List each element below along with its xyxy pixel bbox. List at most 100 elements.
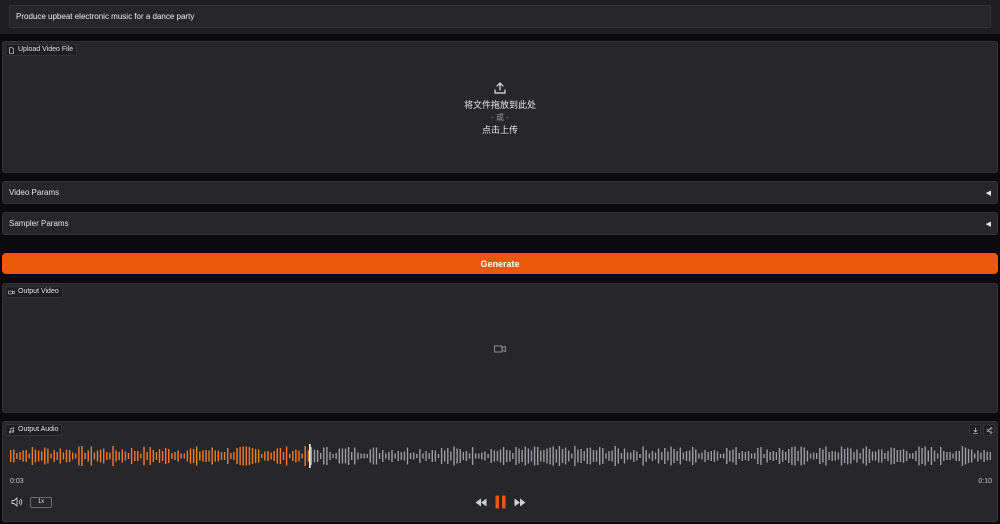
output-audio-block: Output Audio 0:03 0:10 1x bbox=[2, 421, 998, 522]
waveform-bar bbox=[434, 450, 437, 462]
waveform-bar bbox=[927, 450, 929, 462]
waveform-bar bbox=[307, 450, 309, 462]
pause-icon[interactable] bbox=[495, 495, 506, 509]
waveform-bar bbox=[75, 453, 77, 459]
generate-button[interactable]: Generate bbox=[2, 253, 998, 274]
waveform-bar bbox=[478, 453, 480, 459]
click-upload-text: 点击上传 bbox=[481, 125, 518, 135]
waveform-bar bbox=[90, 446, 92, 466]
waveform-bar bbox=[22, 450, 24, 462]
waveform-bar bbox=[595, 450, 598, 462]
waveform-bar bbox=[602, 448, 604, 464]
prompt-container: Produce upbeat electronic music for a da… bbox=[0, 0, 1000, 34]
waveform-bar bbox=[843, 449, 846, 463]
waveform-bar bbox=[84, 453, 86, 459]
waveform-bar bbox=[304, 446, 306, 466]
waveform-bar bbox=[19, 452, 21, 460]
waveform-bar bbox=[958, 451, 960, 461]
waveform-bar bbox=[871, 451, 874, 461]
waveform-bar bbox=[406, 447, 409, 465]
waveform-bar bbox=[964, 447, 967, 465]
waveform-bar bbox=[341, 448, 344, 464]
waveform-bar bbox=[366, 454, 368, 458]
waveform-bar bbox=[320, 453, 322, 459]
waveform-bar bbox=[856, 449, 858, 463]
waveform-bar bbox=[53, 450, 55, 462]
waveform-bar bbox=[332, 454, 334, 458]
waveform-bar bbox=[81, 446, 83, 466]
waveform-bar bbox=[258, 449, 260, 463]
waveform-bar bbox=[754, 453, 756, 459]
waveform-bar bbox=[738, 453, 740, 459]
waveform-bar bbox=[822, 449, 824, 463]
waveform-bar bbox=[980, 452, 982, 460]
drop-zone[interactable]: 将文件拖放到此处 - 或 - 点击上传 bbox=[3, 42, 997, 172]
waveform-bar bbox=[220, 452, 223, 460]
waveform-bar bbox=[267, 451, 269, 461]
waveform-bar bbox=[769, 452, 771, 460]
waveform-bar bbox=[633, 450, 635, 462]
waveform-bar bbox=[512, 453, 514, 459]
waveform-bar bbox=[763, 454, 765, 458]
waveform-bar bbox=[465, 451, 468, 461]
waveform-bar bbox=[444, 450, 446, 462]
waveform-bar bbox=[589, 447, 592, 465]
waveform-bar bbox=[168, 449, 170, 463]
waveform-bar bbox=[552, 446, 554, 466]
waveform-bar bbox=[949, 452, 951, 460]
video-params-accordion[interactable]: Video Params ◀ bbox=[2, 181, 998, 204]
waveform-bar bbox=[955, 451, 957, 461]
waveform-bar bbox=[524, 446, 526, 466]
waveform-bar bbox=[630, 452, 632, 460]
output-video-label: Output Video bbox=[5, 286, 63, 298]
waveform-bar bbox=[605, 453, 607, 459]
share-button[interactable] bbox=[983, 424, 995, 436]
waveform-bar bbox=[620, 453, 623, 459]
waveform-bar bbox=[217, 450, 220, 462]
upload-video-block[interactable]: Upload Video File 将文件拖放到此处 - 或 - 点击上传 bbox=[2, 41, 998, 173]
waveform-bar bbox=[289, 454, 291, 458]
waveform-bar bbox=[850, 448, 852, 464]
waveform-bar bbox=[521, 450, 523, 462]
waveform-bar bbox=[261, 454, 263, 458]
volume-icon[interactable] bbox=[11, 497, 23, 507]
download-button[interactable] bbox=[969, 424, 981, 436]
waveform-bar bbox=[918, 446, 920, 466]
waveform-bar bbox=[533, 446, 536, 466]
waveform-bar bbox=[766, 449, 768, 463]
waveform-bar bbox=[140, 453, 142, 459]
waveform-bar bbox=[338, 448, 340, 464]
waveform-bar bbox=[298, 450, 300, 462]
prompt-input[interactable]: Produce upbeat electronic music for a da… bbox=[9, 5, 991, 28]
playhead[interactable] bbox=[309, 444, 311, 468]
output-audio-label-text: Output Audio bbox=[18, 426, 59, 433]
waveform-bar bbox=[149, 447, 151, 465]
waveform-bar bbox=[961, 446, 964, 466]
waveform-bar bbox=[121, 449, 123, 463]
waveform-bar bbox=[363, 453, 365, 459]
audio-waveform[interactable] bbox=[9, 444, 993, 468]
waveform-bar bbox=[772, 451, 774, 461]
waveform-bar bbox=[372, 447, 375, 465]
waveform-bar bbox=[806, 450, 809, 462]
waveform-bar bbox=[791, 447, 793, 465]
playback-speed-button[interactable]: 1x bbox=[30, 497, 52, 508]
waveform-bar bbox=[34, 449, 37, 463]
waveform-bar bbox=[614, 446, 616, 466]
waveform-bar bbox=[580, 449, 582, 463]
sampler-params-accordion[interactable]: Sampler Params ◀ bbox=[2, 212, 998, 235]
waveform-bar bbox=[546, 448, 548, 464]
waveform-bar bbox=[673, 449, 675, 463]
waveform-bar bbox=[704, 450, 706, 462]
waveform-bar bbox=[233, 452, 235, 460]
waveform-bar bbox=[952, 453, 954, 459]
rewind-icon[interactable] bbox=[475, 498, 487, 507]
waveform-bar bbox=[518, 448, 520, 464]
waveform-bar bbox=[335, 453, 337, 459]
waveform-bar bbox=[496, 451, 499, 461]
waveform-bar bbox=[310, 447, 313, 465]
waveform-bar bbox=[416, 454, 418, 458]
waveform-bar bbox=[868, 449, 871, 463]
waveform-bar bbox=[481, 452, 483, 460]
fast-forward-icon[interactable] bbox=[514, 498, 526, 507]
